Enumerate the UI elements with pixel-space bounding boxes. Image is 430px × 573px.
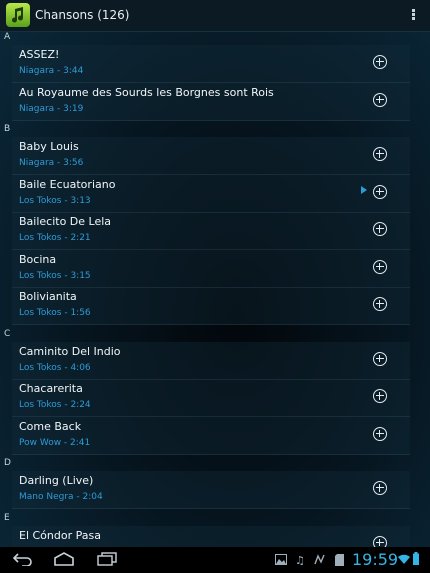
battery-icon bbox=[413, 552, 419, 565]
section-header-c: C bbox=[4, 328, 11, 339]
song-list[interactable]: A ASSEZ! Niagara - 3:44 Au Royaume des Sour… bbox=[0, 31, 430, 547]
song-artist-duration: Los Tokos - 2:21 bbox=[19, 233, 91, 243]
song-row[interactable]: Bolivianita Los Tokos - 1:56 bbox=[12, 287, 410, 325]
add-to-playlist-icon[interactable] bbox=[373, 92, 387, 107]
music-notification-icon: ♫ bbox=[295, 554, 305, 567]
add-to-playlist-icon[interactable] bbox=[373, 426, 387, 441]
clock: 19:59 bbox=[352, 550, 399, 569]
wifi-icon bbox=[398, 554, 410, 564]
overflow-menu-icon[interactable] bbox=[412, 9, 416, 21]
song-row[interactable]: Au Royaume des Sourds les Borgnes sont R… bbox=[12, 82, 410, 121]
add-to-playlist-icon[interactable] bbox=[373, 147, 387, 161]
song-title: Bailecito De Lela bbox=[19, 215, 112, 228]
now-playing-icon bbox=[361, 185, 367, 194]
home-icon[interactable] bbox=[53, 552, 75, 566]
system-nav-bar: ♫ 19:59 bbox=[0, 547, 430, 573]
song-title: ASSEZ! bbox=[19, 48, 60, 61]
song-artist-duration: Los Tokos - 3:13 bbox=[19, 195, 91, 206]
song-artist-duration: Los Tokos - 2:24 bbox=[19, 400, 91, 410]
song-row[interactable]: Bailecito De Lela Los Tokos - 2:21 bbox=[12, 212, 410, 250]
add-to-playlist-icon[interactable] bbox=[373, 351, 387, 366]
song-artist-duration: Los Tokos - 4:06 bbox=[19, 362, 91, 373]
song-row[interactable]: Come Back Pow Wow - 2:41 bbox=[12, 416, 410, 455]
section-header-b: B bbox=[4, 124, 11, 134]
song-row[interactable]: Darling (Live) Mano Negra - 2:04 bbox=[12, 471, 410, 509]
song-row[interactable]: Chacarerita Los Tokos - 2:24 bbox=[12, 379, 410, 417]
recents-icon[interactable] bbox=[96, 552, 118, 566]
add-to-playlist-icon[interactable] bbox=[373, 389, 387, 403]
sd-card-icon bbox=[335, 554, 344, 566]
back-icon[interactable] bbox=[12, 552, 34, 566]
add-to-playlist-icon[interactable] bbox=[373, 535, 387, 547]
song-row[interactable]: ASSEZ! Niagara - 3:44 bbox=[12, 45, 410, 83]
song-artist-duration: Los Tokos - 1:56 bbox=[19, 308, 91, 318]
song-artist-duration: Niagara - 3:44 bbox=[19, 66, 84, 76]
add-to-playlist-icon[interactable] bbox=[373, 481, 387, 495]
action-bar: Chansons (126) bbox=[0, 0, 430, 32]
song-artist-duration: Mano Negra - 2:04 bbox=[19, 492, 103, 502]
song-title: Bolivianita bbox=[19, 290, 77, 303]
song-title: Bocina bbox=[19, 252, 57, 266]
song-title: Chacarerita bbox=[19, 382, 83, 395]
page-title: Chansons (126) bbox=[35, 8, 130, 22]
add-to-playlist-icon[interactable] bbox=[373, 259, 387, 274]
song-row[interactable]: El Cóndor PasaLos Tokos - 2:50 bbox=[12, 525, 410, 547]
song-row[interactable]: Caminito Del Indio Los Tokos - 4:06 bbox=[12, 341, 410, 380]
equalizer-icon bbox=[314, 554, 325, 565]
song-title: Come Back bbox=[19, 419, 82, 433]
song-title: Caminito Del Indio bbox=[19, 344, 121, 358]
song-title: Baile Ecuatoriano bbox=[19, 177, 116, 191]
song-artist-duration: Los Tokos - 3:15 bbox=[19, 270, 91, 281]
song-artist-duration: Niagara - 3:19 bbox=[19, 103, 84, 114]
add-to-playlist-icon[interactable] bbox=[373, 222, 387, 236]
add-to-playlist-icon[interactable] bbox=[373, 184, 387, 199]
song-artist-duration: Niagara - 3:56 bbox=[19, 158, 84, 168]
gallery-icon bbox=[275, 554, 287, 565]
song-title: Au Royaume des Sourds les Borgnes sont R… bbox=[19, 85, 274, 99]
song-artist-duration: Pow Wow - 2:41 bbox=[19, 437, 91, 448]
song-title: Baby Louis bbox=[19, 140, 79, 153]
song-row[interactable]: Baile Ecuatoriano Los Tokos - 3:13 bbox=[12, 174, 410, 213]
song-row[interactable]: Bocina Los Tokos - 3:15 bbox=[12, 249, 410, 288]
song-title: Darling (Live) bbox=[19, 474, 94, 487]
section-header-e: E bbox=[4, 512, 10, 523]
section-header-d: D bbox=[4, 458, 11, 468]
music-note-icon[interactable] bbox=[6, 3, 30, 27]
section-header-a: A bbox=[4, 32, 11, 42]
song-title: El Cóndor Pasa bbox=[19, 528, 101, 542]
add-to-playlist-icon[interactable] bbox=[373, 55, 387, 69]
song-row[interactable]: Baby Louis Niagara - 3:56 bbox=[12, 137, 410, 175]
add-to-playlist-icon[interactable] bbox=[373, 297, 387, 311]
